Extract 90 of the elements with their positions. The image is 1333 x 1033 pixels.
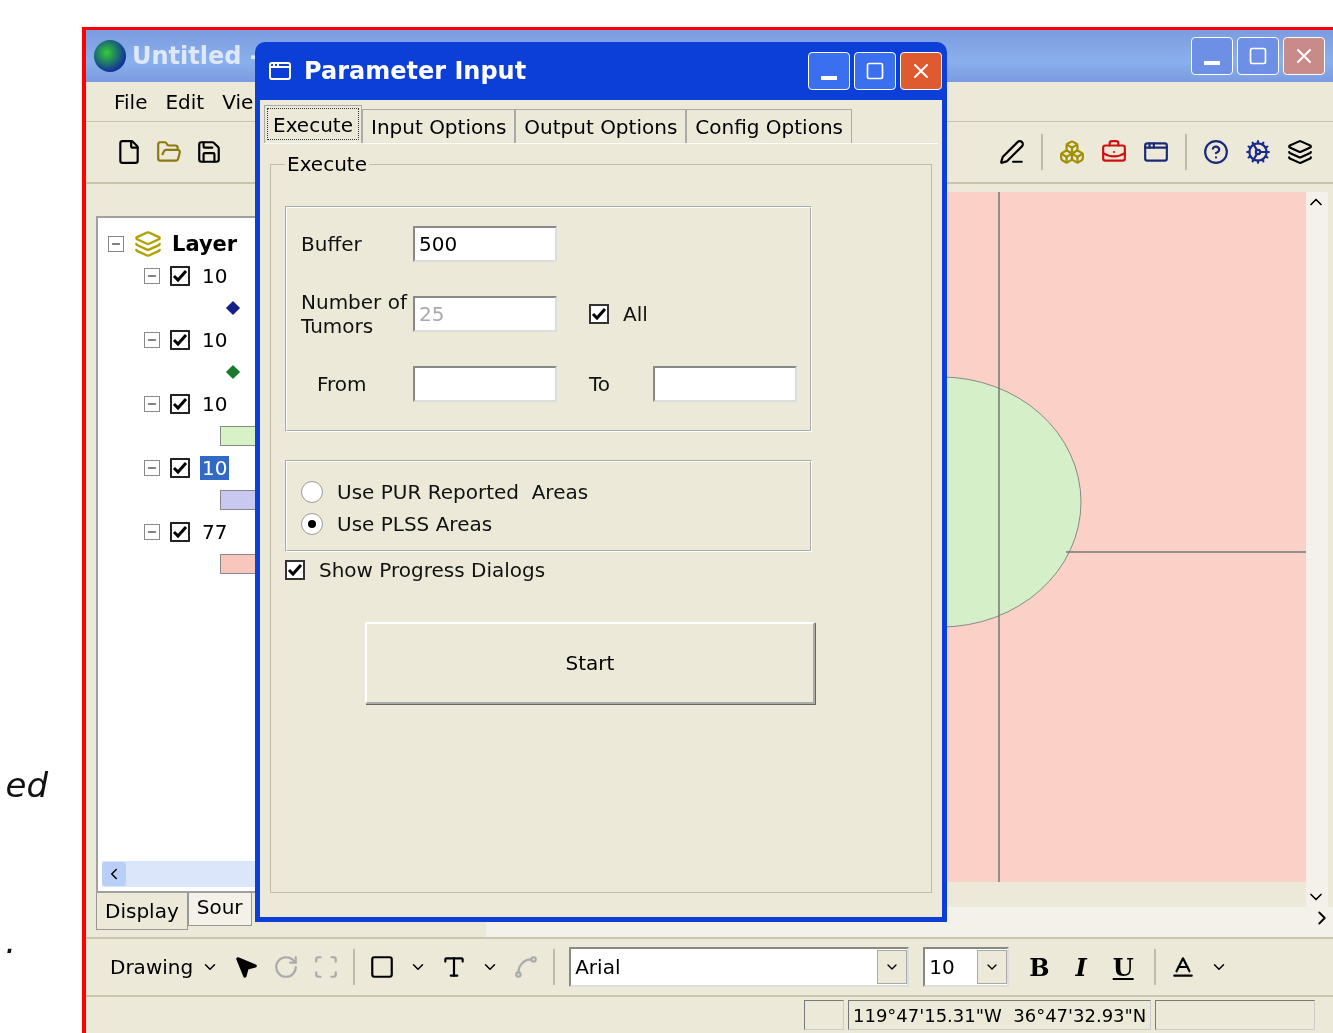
italic-button[interactable]: I bbox=[1069, 952, 1093, 982]
slide-text: ed bbox=[5, 764, 48, 807]
coordinates-readout: 119°47'15.31"W 36°47'32.93"N bbox=[848, 1000, 1152, 1030]
radio-button[interactable] bbox=[301, 481, 323, 503]
pencil-icon[interactable] bbox=[999, 139, 1025, 165]
menu-item[interactable]: Vie bbox=[222, 89, 254, 114]
vertical-scrollbar[interactable] bbox=[1306, 192, 1328, 907]
menu-item[interactable]: Edit bbox=[165, 89, 205, 114]
radio-label: Use PLSS Areas bbox=[337, 512, 493, 536]
field-label: To bbox=[589, 372, 612, 396]
pointer-icon[interactable] bbox=[233, 954, 260, 980]
panel-tab[interactable]: Display bbox=[96, 893, 188, 930]
checkmark-icon bbox=[172, 524, 188, 540]
minimize-button[interactable] bbox=[808, 52, 850, 90]
slide-text: . bbox=[5, 920, 16, 963]
drawing-menu[interactable]: Drawing bbox=[110, 955, 220, 979]
input-field[interactable]: 500 bbox=[413, 226, 557, 262]
collapse-icon[interactable] bbox=[108, 236, 124, 252]
collapse-icon[interactable] bbox=[144, 460, 160, 476]
maximize-button[interactable] bbox=[854, 52, 896, 90]
radio-label: Use PUR Reported Areas bbox=[337, 480, 589, 504]
checkbox-label: All bbox=[623, 302, 648, 326]
scroll-left-button[interactable] bbox=[102, 862, 126, 886]
checkbox[interactable] bbox=[589, 304, 609, 324]
radio-dot-icon bbox=[308, 520, 316, 528]
layer-checkbox[interactable] bbox=[170, 522, 190, 542]
layer-label[interactable]: 10 bbox=[200, 264, 230, 288]
tab[interactable]: Output Options bbox=[515, 109, 687, 143]
layer-checkbox[interactable] bbox=[170, 394, 190, 414]
collapse-icon[interactable] bbox=[144, 332, 160, 348]
open-folder-icon[interactable] bbox=[156, 139, 182, 165]
checkmark-icon bbox=[287, 562, 303, 578]
maximize-icon bbox=[1248, 46, 1268, 66]
input-field[interactable] bbox=[653, 366, 797, 402]
layers-icon bbox=[134, 230, 162, 258]
font-combo[interactable]: Arial bbox=[569, 947, 910, 987]
input-field[interactable] bbox=[413, 366, 557, 402]
layer-label[interactable]: 10 bbox=[200, 456, 230, 480]
checkmark-icon bbox=[172, 460, 188, 476]
dropdown-button[interactable] bbox=[977, 950, 1008, 984]
dialog-title: Parameter Input bbox=[304, 57, 527, 85]
checkmark-icon bbox=[591, 306, 607, 322]
status-cell bbox=[804, 1000, 844, 1030]
save-icon[interactable] bbox=[196, 139, 222, 165]
layer-label[interactable]: 10 bbox=[200, 328, 230, 352]
start-button[interactable]: Start bbox=[365, 622, 815, 704]
new-file-icon[interactable] bbox=[116, 139, 142, 165]
field-label: Number of Tumors bbox=[301, 290, 409, 338]
tab[interactable]: Execute bbox=[264, 105, 362, 143]
collapse-icon[interactable] bbox=[144, 396, 160, 412]
rectangle-icon[interactable] bbox=[369, 954, 396, 980]
maximize-icon bbox=[865, 61, 885, 81]
checkmark-icon bbox=[172, 268, 188, 284]
close-button[interactable] bbox=[1283, 37, 1325, 75]
dropdown-button[interactable] bbox=[877, 950, 908, 984]
tab[interactable]: Config Options bbox=[686, 109, 852, 143]
help-icon[interactable] bbox=[1203, 139, 1229, 165]
font-size-combo[interactable]: 10 bbox=[923, 947, 1010, 987]
gears-icon[interactable] bbox=[1245, 139, 1271, 165]
collapse-icon[interactable] bbox=[144, 524, 160, 540]
maximize-button[interactable] bbox=[1237, 37, 1279, 75]
checkmark-icon bbox=[172, 332, 188, 348]
checkbox[interactable] bbox=[285, 560, 305, 580]
toolbox-icon[interactable] bbox=[1101, 139, 1127, 165]
layer-checkbox[interactable] bbox=[170, 458, 190, 478]
minimize-button[interactable] bbox=[1191, 37, 1233, 75]
checkbox-label: Show Progress Dialogs bbox=[319, 558, 546, 582]
field-label: Buffer bbox=[301, 232, 363, 256]
minimize-icon bbox=[821, 76, 837, 80]
layer-checkbox[interactable] bbox=[170, 266, 190, 286]
boxes-icon[interactable] bbox=[1059, 139, 1085, 165]
collapse-icon[interactable] bbox=[144, 268, 160, 284]
underline-button[interactable]: U bbox=[1106, 952, 1140, 982]
layer-label[interactable]: 77 bbox=[200, 520, 230, 544]
group-title: Execute bbox=[286, 152, 368, 176]
dialog-icon bbox=[268, 59, 292, 83]
menu-item[interactable]: File bbox=[114, 89, 148, 114]
field-label: From bbox=[316, 372, 368, 396]
close-button[interactable] bbox=[900, 52, 942, 90]
window-icon[interactable] bbox=[1143, 139, 1169, 165]
radio-button[interactable] bbox=[301, 513, 323, 535]
checkmark-icon bbox=[172, 396, 188, 412]
layers-icon[interactable] bbox=[1287, 139, 1313, 165]
layer-label[interactable]: 10 bbox=[200, 392, 230, 416]
tab[interactable]: Input Options bbox=[362, 109, 516, 143]
bold-button[interactable]: B bbox=[1023, 952, 1056, 982]
globe-icon bbox=[94, 40, 126, 72]
layer-checkbox[interactable] bbox=[170, 330, 190, 350]
tree-root-label: Layer bbox=[172, 232, 238, 256]
minimize-icon bbox=[1204, 61, 1220, 65]
